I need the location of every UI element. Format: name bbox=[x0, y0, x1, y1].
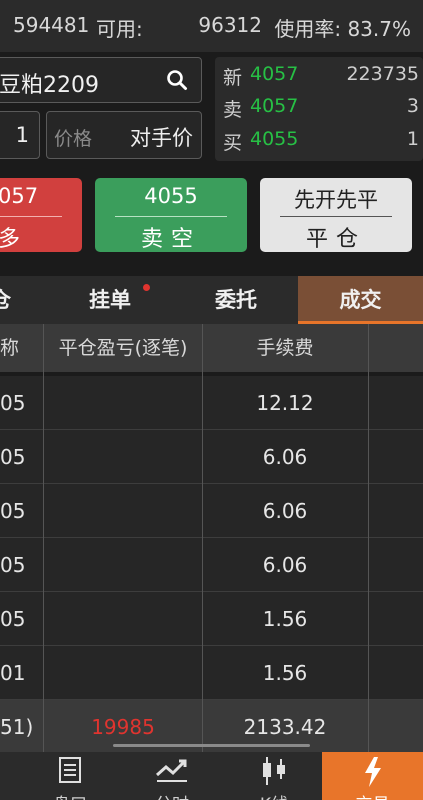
quote-volume: 3 bbox=[406, 95, 419, 117]
close-rule-label: 先开先平 bbox=[294, 188, 378, 212]
cell-name: 05 bbox=[0, 445, 26, 469]
header-fee: 手续费 bbox=[256, 337, 314, 359]
price-mode: 对手价 bbox=[130, 126, 193, 150]
nav-label: 交易 bbox=[322, 790, 423, 800]
tab-orders[interactable]: 委托 bbox=[186, 276, 286, 324]
horizontal-scrollbar[interactable] bbox=[113, 744, 310, 747]
close-action: 平仓 bbox=[305, 227, 366, 252]
table-row[interactable]: 05 6.06 bbox=[0, 538, 423, 592]
quote-label: 新 bbox=[223, 67, 243, 89]
notification-dot bbox=[143, 284, 150, 291]
divider bbox=[115, 216, 227, 217]
orderbook-icon bbox=[59, 757, 81, 783]
bottom-nav: 盘口 分时 K线 交易 bbox=[0, 752, 423, 800]
nav-intraday[interactable]: 分时 bbox=[127, 752, 217, 800]
tab-positions[interactable]: 仓 bbox=[0, 276, 11, 324]
candlestick-icon bbox=[263, 757, 285, 785]
buy-action: 多 bbox=[0, 227, 29, 252]
available-label: 可用: bbox=[96, 17, 143, 41]
trend-icon bbox=[156, 759, 187, 782]
cell-pnl: 19985 bbox=[91, 715, 155, 739]
cell-fee: 1.56 bbox=[262, 607, 308, 631]
quote-row-ask: 卖 4057 3 bbox=[223, 92, 419, 122]
quote-price: 4057 bbox=[250, 95, 299, 117]
buy-price: 057 bbox=[0, 184, 39, 208]
cell-name: 05 bbox=[0, 499, 26, 523]
quote-volume: 1 bbox=[406, 128, 419, 150]
quote-panel: 新 4057 223735 卖 4057 3 买 4055 1 bbox=[215, 57, 423, 161]
header-pnl: 平仓盈亏(逐笔) bbox=[58, 337, 188, 359]
cell-fee: 1.56 bbox=[262, 661, 308, 685]
table-row[interactable]: 05 1.56 bbox=[0, 592, 423, 646]
quote-price: 4055 bbox=[250, 128, 299, 150]
quote-price: 4057 bbox=[250, 63, 299, 85]
quote-volume: 223735 bbox=[346, 63, 419, 85]
cell-fee: 12.12 bbox=[256, 391, 314, 415]
table-row[interactable]: 01 1.56 bbox=[0, 646, 423, 700]
quantity-value: 1 bbox=[15, 123, 29, 147]
cell-fee: 6.06 bbox=[262, 499, 308, 523]
app-root: 594481 可用: 96312 使用率: 83.7% 豆粕2209 1 价格 … bbox=[0, 0, 423, 800]
header-name: 称 bbox=[0, 337, 20, 359]
search-icon[interactable] bbox=[166, 69, 188, 91]
table-row[interactable]: 05 12.12 bbox=[0, 376, 423, 430]
sell-short-button[interactable]: 4055 卖空 bbox=[95, 178, 247, 252]
nav-label: 分时 bbox=[127, 790, 217, 800]
nav-label: 盘口 bbox=[25, 790, 115, 800]
table-row[interactable]: 05 6.06 bbox=[0, 484, 423, 538]
cell-fee: 6.06 bbox=[262, 553, 308, 577]
nav-trade[interactable]: 交易 bbox=[322, 752, 423, 800]
cell-name: 05 bbox=[0, 553, 26, 577]
instrument-selector[interactable]: 豆粕2209 bbox=[0, 57, 202, 103]
quote-row-last: 新 4057 223735 bbox=[223, 60, 419, 90]
tab-pending-label: 挂单 bbox=[89, 288, 131, 312]
cell-name: 05 bbox=[0, 391, 26, 415]
quantity-input[interactable]: 1 bbox=[0, 111, 40, 159]
instrument-name: 豆粕2209 bbox=[0, 73, 99, 98]
price-input[interactable]: 价格 对手价 bbox=[46, 111, 202, 159]
divider bbox=[280, 216, 392, 217]
close-position-button[interactable]: 先开先平 平仓 bbox=[260, 178, 412, 252]
cell-fee: 6.06 bbox=[262, 445, 308, 469]
nav-kline[interactable]: K线 bbox=[229, 752, 319, 800]
tab-trades[interactable]: 成交 bbox=[298, 276, 423, 324]
buy-long-button[interactable]: 057 多 bbox=[0, 178, 82, 252]
cell-fee: 2133.42 bbox=[243, 715, 327, 739]
nav-orderbook[interactable]: 盘口 bbox=[25, 752, 115, 800]
lightning-icon bbox=[364, 757, 381, 787]
account-bar: 594481 可用: 96312 使用率: 83.7% bbox=[0, 0, 423, 52]
table-row[interactable]: 05 6.06 bbox=[0, 430, 423, 484]
table-header: 称 平仓盈亏(逐笔) 手续费 bbox=[0, 324, 423, 372]
price-label: 价格 bbox=[54, 128, 93, 150]
usage-rate: 使用率: 83.7% bbox=[274, 17, 411, 41]
tab-bar: 仓 挂单 委托 成交 bbox=[0, 276, 423, 324]
sell-action: 卖空 bbox=[140, 227, 201, 252]
quote-row-bid: 买 4055 1 bbox=[223, 125, 419, 155]
column-divider bbox=[43, 324, 44, 752]
quote-label: 买 bbox=[223, 132, 243, 154]
account-balance: 594481 bbox=[13, 13, 90, 37]
column-divider bbox=[368, 324, 369, 752]
sell-price: 4055 bbox=[144, 184, 198, 208]
column-divider bbox=[202, 324, 203, 752]
available-value: 96312 bbox=[198, 13, 262, 37]
divider bbox=[0, 216, 62, 217]
cell-name: 01 bbox=[0, 661, 26, 685]
quote-label: 卖 bbox=[223, 99, 243, 121]
cell-name: 05 bbox=[0, 607, 26, 631]
nav-label: K线 bbox=[229, 790, 319, 800]
cell-name: 51) bbox=[0, 715, 34, 739]
